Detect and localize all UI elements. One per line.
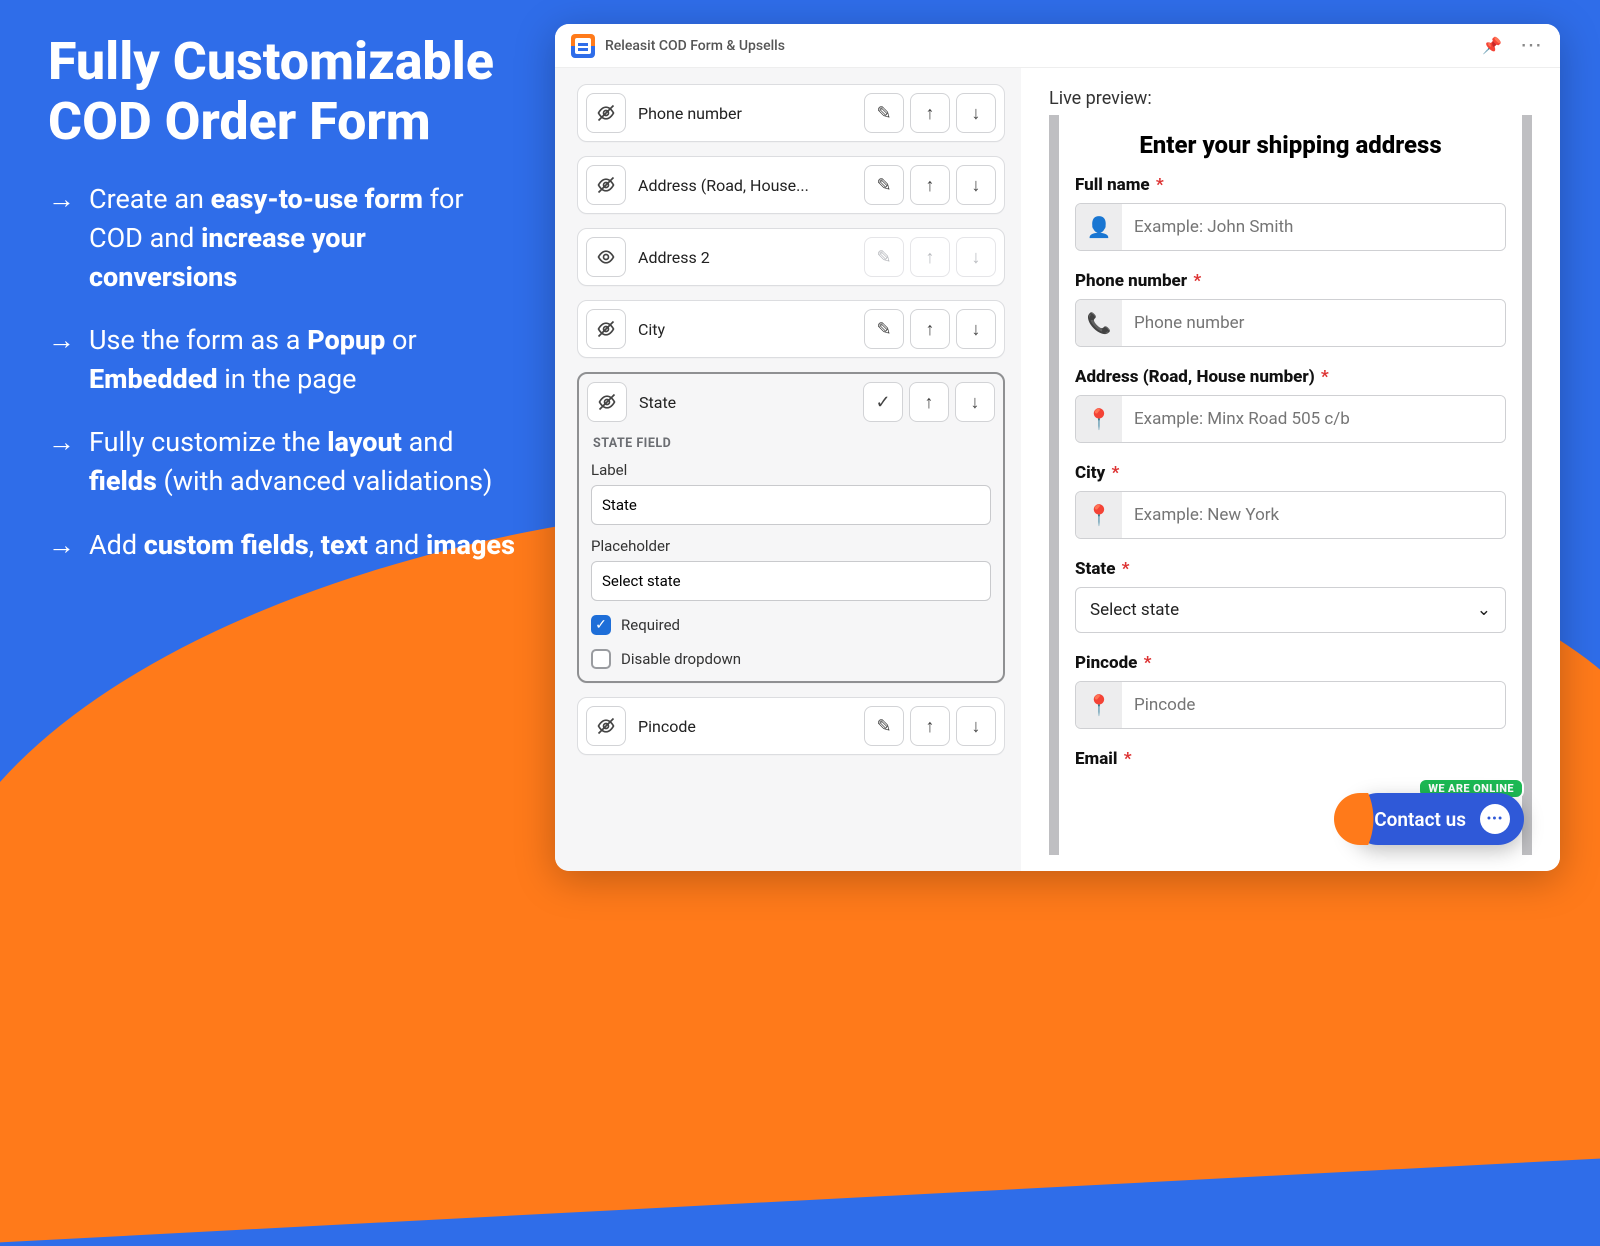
visibility-toggle[interactable] — [586, 165, 626, 205]
phone-icon: 📞 — [1076, 300, 1122, 346]
chat-icon — [1480, 804, 1510, 834]
preview-title: Enter your shipping address — [1075, 131, 1506, 159]
field-row-state-expanded: State ✓ ↑ ↓ STATE FIELD Label Placeholde… — [577, 372, 1005, 683]
move-up-button[interactable]: ↑ — [909, 382, 949, 422]
label-input[interactable] — [591, 485, 991, 525]
pincode-input[interactable] — [1122, 682, 1505, 728]
move-up-button[interactable]: ↑ — [910, 309, 950, 349]
confirm-button[interactable]: ✓ — [863, 382, 903, 422]
edit-button[interactable]: ✎ — [864, 237, 904, 277]
field-label: Address (Road, House... — [634, 176, 856, 195]
app-window: Releasit COD Form & Upsells 📌 ⋯ Phone nu… — [555, 24, 1560, 871]
form-builder: Phone number ✎ ↑ ↓ Address (Road, House.… — [555, 68, 1021, 871]
move-down-button[interactable]: ↓ — [956, 237, 996, 277]
promo-panel: Fully Customizable COD Order Form → Crea… — [48, 32, 518, 565]
move-up-button[interactable]: ↑ — [910, 165, 950, 205]
chevron-down-icon: ⌄ — [1477, 600, 1491, 620]
field-row-phone[interactable]: Phone number ✎ ↑ ↓ — [577, 84, 1005, 142]
field-label: Pincode — [634, 717, 856, 736]
person-icon: 👤 — [1076, 204, 1122, 250]
move-down-button[interactable]: ↓ — [956, 309, 996, 349]
more-icon[interactable]: ⋯ — [1512, 33, 1544, 58]
label-caption: Label — [591, 461, 991, 479]
placeholder-input[interactable] — [591, 561, 991, 601]
visibility-toggle[interactable] — [586, 93, 626, 133]
field-label: State — [635, 393, 855, 412]
contact-us-button[interactable]: Contact us — [1352, 793, 1524, 845]
move-down-button[interactable]: ↓ — [956, 93, 996, 133]
move-down-button[interactable]: ↓ — [956, 165, 996, 205]
visibility-toggle[interactable] — [587, 382, 627, 422]
app-title: Releasit COD Form & Upsells — [605, 38, 785, 54]
fullname-input[interactable] — [1122, 204, 1505, 250]
field-row-pincode[interactable]: Pincode ✎ ↑ ↓ — [577, 697, 1005, 755]
move-up-button[interactable]: ↑ — [910, 237, 950, 277]
location-icon: 📍 — [1076, 682, 1122, 728]
field-label: Phone number — [634, 104, 856, 123]
field-row-address[interactable]: Address (Road, House... ✎ ↑ ↓ — [577, 156, 1005, 214]
arrow-icon: → — [48, 526, 75, 565]
address-input[interactable] — [1122, 396, 1505, 442]
checkbox-icon — [591, 649, 611, 669]
pin-icon[interactable]: 📌 — [1482, 36, 1502, 55]
edit-button[interactable]: ✎ — [864, 309, 904, 349]
arrow-icon: → — [48, 180, 75, 297]
required-checkbox[interactable]: ✓ Required — [591, 615, 991, 635]
visibility-toggle[interactable] — [586, 706, 626, 746]
field-label: City — [634, 320, 856, 339]
city-input[interactable] — [1122, 492, 1505, 538]
edit-button[interactable]: ✎ — [864, 165, 904, 205]
disable-dropdown-checkbox[interactable]: Disable dropdown — [591, 649, 991, 669]
state-select[interactable]: Select state ⌄ — [1075, 587, 1506, 633]
phone-frame: Enter your shipping address Full name * … — [1049, 115, 1532, 855]
checkbox-icon: ✓ — [591, 615, 611, 635]
promo-bullets: → Create an easy-to-use form for COD and… — [48, 180, 518, 565]
location-icon: 📍 — [1076, 492, 1122, 538]
field-label: Address 2 — [634, 248, 856, 267]
location-icon: 📍 — [1076, 396, 1122, 442]
placeholder-caption: Placeholder — [591, 537, 991, 555]
visibility-toggle[interactable] — [586, 309, 626, 349]
titlebar: Releasit COD Form & Upsells 📌 ⋯ — [555, 24, 1560, 68]
edit-button[interactable]: ✎ — [864, 706, 904, 746]
live-preview-heading: Live preview: — [1049, 88, 1532, 109]
field-row-city[interactable]: City ✎ ↑ ↓ — [577, 300, 1005, 358]
section-title: STATE FIELD — [593, 436, 991, 451]
live-preview: Live preview: Enter your shipping addres… — [1021, 68, 1560, 871]
arrow-icon: → — [48, 423, 75, 501]
move-down-button[interactable]: ↓ — [955, 382, 995, 422]
move-up-button[interactable]: ↑ — [910, 93, 950, 133]
edit-button[interactable]: ✎ — [864, 93, 904, 133]
promo-title: Fully Customizable COD Order Form — [48, 32, 518, 152]
move-up-button[interactable]: ↑ — [910, 706, 950, 746]
visibility-toggle[interactable] — [586, 237, 626, 277]
arrow-icon: → — [48, 321, 75, 399]
move-down-button[interactable]: ↓ — [956, 706, 996, 746]
app-logo-icon — [571, 34, 595, 58]
field-row-address2[interactable]: Address 2 ✎ ↑ ↓ — [577, 228, 1005, 286]
phone-input[interactable] — [1122, 300, 1505, 346]
